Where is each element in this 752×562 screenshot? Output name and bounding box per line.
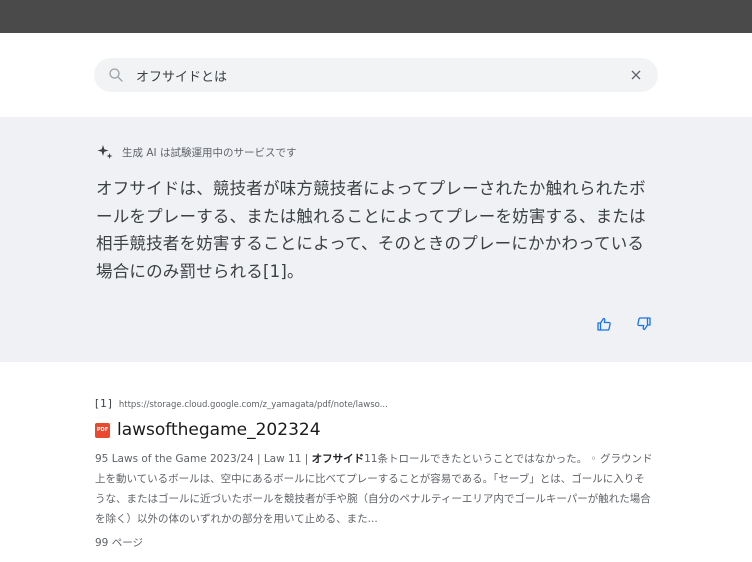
result-title-link[interactable]: lawsofthegame_202324 [117, 420, 321, 440]
result-citation: [1] https://storage.cloud.google.com/z_y… [95, 398, 655, 410]
search-icon [109, 68, 123, 82]
ai-overview-panel: 生成 AI は試験運用中のサービスです オフサイドは、競技者が味方競技者によって… [0, 117, 752, 362]
result-snippet: 95 Laws of the Game 2023/24 | Law 11 | オ… [95, 449, 655, 529]
search-input[interactable] [136, 58, 616, 92]
result-page-count: 99 ページ [95, 537, 143, 549]
citation-number: [1] [95, 398, 113, 410]
search-result: [1] https://storage.cloud.google.com/z_y… [95, 398, 655, 550]
close-icon[interactable] [628, 67, 644, 83]
thumbs-up-icon[interactable] [596, 316, 612, 332]
ai-notice-text: 生成 AI は試験運用中のサービスです [122, 146, 297, 159]
thumbs-down-icon[interactable] [636, 316, 652, 332]
snippet-highlight: オフサイド [311, 453, 365, 465]
ai-notice: 生成 AI は試験運用中のサービスです [96, 143, 296, 161]
top-bar [0, 0, 752, 33]
ai-answer-text: オフサイドは、競技者が味方競技者によってプレーされたか触れられたボールをプレーす… [96, 179, 646, 281]
search-area [0, 33, 752, 117]
pdf-icon: PDF [95, 422, 110, 438]
search-box[interactable] [94, 58, 658, 92]
sparkle-icon [97, 145, 113, 159]
result-url[interactable]: https://storage.cloud.google.com/z_yamag… [119, 400, 388, 410]
snippet-text-before: 95 Laws of the Game 2023/24 | Law 11 | [95, 453, 312, 465]
result-title-row[interactable]: PDF lawsofthegame_202324 [95, 420, 655, 440]
